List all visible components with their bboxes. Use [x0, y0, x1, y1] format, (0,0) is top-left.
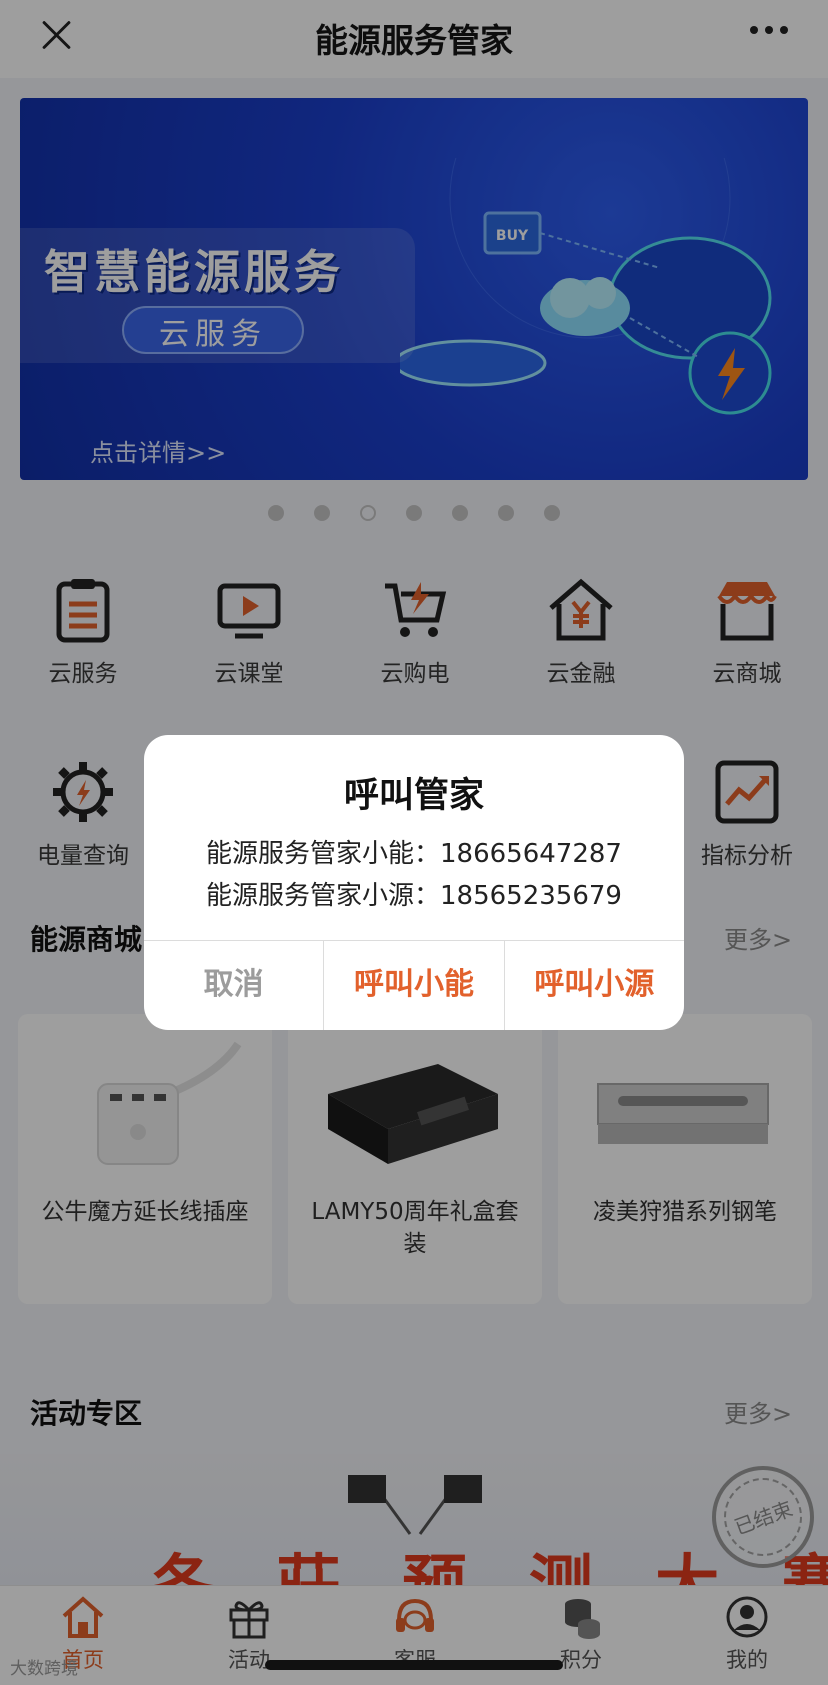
call-butler-dialog: 呼叫管家 能源服务管家小能：18665647287 能源服务管家小源：18565…	[144, 735, 684, 1030]
call-xiaoyuan-button[interactable]: 呼叫小源	[503, 941, 684, 1030]
call-xiaoneng-button[interactable]: 呼叫小能	[323, 941, 503, 1030]
home-indicator[interactable]	[265, 1660, 563, 1670]
cancel-button[interactable]: 取消	[144, 941, 323, 1030]
dialog-contact-line: 能源服务管家小源：18565235679	[206, 881, 622, 911]
dialog-actions: 取消 呼叫小能 呼叫小源	[144, 940, 684, 1030]
dialog-contact-line: 能源服务管家小能：18665647287	[206, 839, 622, 869]
dialog-title: 呼叫管家	[343, 776, 484, 816]
